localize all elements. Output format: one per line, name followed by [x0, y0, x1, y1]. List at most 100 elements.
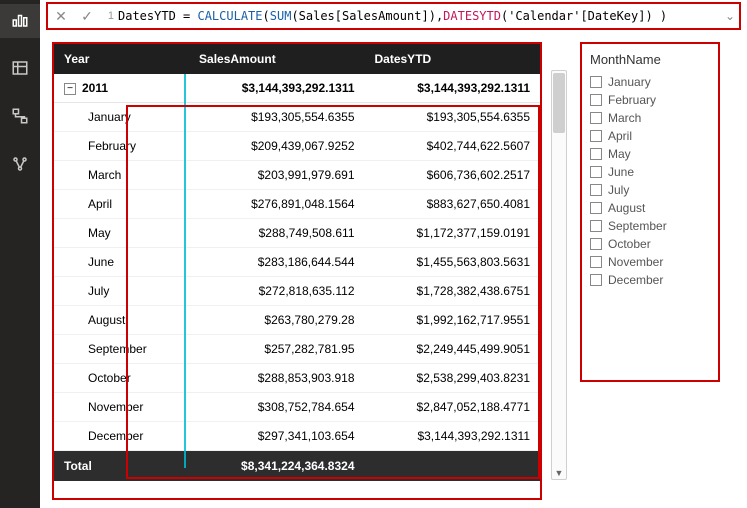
- slicer-item[interactable]: April: [590, 127, 710, 145]
- chevron-down-icon: ⌄: [725, 9, 735, 23]
- checkbox-icon[interactable]: [590, 166, 602, 178]
- slicer-item[interactable]: August: [590, 199, 710, 217]
- slicer-item[interactable]: May: [590, 145, 710, 163]
- month-cell: September: [54, 335, 189, 364]
- sales-cell: $288,853,903.918: [189, 364, 364, 393]
- ytd-cell: $2,249,445,499.9051: [365, 335, 541, 364]
- expand-formula-button[interactable]: ⌄: [721, 9, 739, 23]
- slicer-item[interactable]: July: [590, 181, 710, 199]
- col-salesamount[interactable]: SalesAmount: [189, 44, 364, 74]
- formula-text[interactable]: DatesYTD = CALCULATE(SUM(Sales[SalesAmou…: [118, 9, 721, 23]
- table-row[interactable]: February$209,439,067.9252$402,744,622.56…: [54, 132, 540, 161]
- month-cell: January: [54, 103, 189, 132]
- table-row[interactable]: March$203,991,979.691$606,736,602.2517: [54, 161, 540, 190]
- table-row[interactable]: October$288,853,903.918$2,538,299,403.82…: [54, 364, 540, 393]
- month-cell: November: [54, 393, 189, 422]
- checkbox-icon[interactable]: [590, 130, 602, 142]
- matrix-visual[interactable]: Year SalesAmount DatesYTD −2011 $3,144,3…: [52, 42, 542, 500]
- cancel-formula-button[interactable]: ✕: [48, 8, 74, 25]
- month-cell: March: [54, 161, 189, 190]
- checkbox-icon[interactable]: [590, 148, 602, 160]
- ytd-cell: $3,144,393,292.1311: [365, 422, 541, 451]
- slicer-item[interactable]: December: [590, 271, 710, 289]
- slicer-item-label: June: [608, 165, 634, 179]
- ytd-cell: $2,538,299,403.8231: [365, 364, 541, 393]
- data-view-button[interactable]: [0, 52, 40, 86]
- grand-total-row: Total $8,341,224,364.8324: [54, 451, 540, 482]
- slicer-item[interactable]: June: [590, 163, 710, 181]
- checkbox-icon[interactable]: [590, 94, 602, 106]
- table-row[interactable]: December$297,341,103.654$3,144,393,292.1…: [54, 422, 540, 451]
- slicer-item-label: March: [608, 111, 641, 125]
- table-row[interactable]: June$283,186,644.544$1,455,563,803.5631: [54, 248, 540, 277]
- data-table: Year SalesAmount DatesYTD −2011 $3,144,3…: [54, 44, 540, 481]
- slicer-item[interactable]: September: [590, 217, 710, 235]
- header-row: Year SalesAmount DatesYTD: [54, 44, 540, 74]
- canvas: Year SalesAmount DatesYTD −2011 $3,144,3…: [40, 30, 747, 508]
- checkbox-icon[interactable]: [590, 202, 602, 214]
- scroll-thumb[interactable]: [553, 73, 565, 133]
- slicer-item-label: May: [608, 147, 631, 161]
- sales-cell: $276,891,048.1564: [189, 190, 364, 219]
- checkbox-icon[interactable]: [590, 256, 602, 268]
- sales-cell: $263,780,279.28: [189, 306, 364, 335]
- slicer-item[interactable]: November: [590, 253, 710, 271]
- month-cell: June: [54, 248, 189, 277]
- slicer-item-label: February: [608, 93, 656, 107]
- year-label: 2011: [82, 81, 108, 95]
- month-slicer[interactable]: MonthName January February March April May Ju…: [580, 42, 720, 382]
- table-row[interactable]: September$257,282,781.95$2,249,445,499.9…: [54, 335, 540, 364]
- check-icon: ✓: [81, 8, 93, 25]
- checkbox-icon[interactable]: [590, 76, 602, 88]
- checkbox-icon[interactable]: [590, 238, 602, 250]
- ytd-cell: $1,455,563,803.5631: [365, 248, 541, 277]
- model-view-button[interactable]: [0, 100, 40, 134]
- formula-line-number: 1: [100, 10, 118, 22]
- month-cell: February: [54, 132, 189, 161]
- sales-cell: $257,282,781.95: [189, 335, 364, 364]
- slicer-item[interactable]: January: [590, 73, 710, 91]
- scroll-down-arrow[interactable]: ▼: [552, 466, 566, 480]
- table-row[interactable]: July$272,818,635.112$1,728,382,438.6751: [54, 277, 540, 306]
- sales-cell: $288,749,508.611: [189, 219, 364, 248]
- commit-formula-button[interactable]: ✓: [74, 8, 100, 25]
- slicer-item-label: November: [608, 255, 663, 269]
- slicer-item[interactable]: February: [590, 91, 710, 109]
- month-cell: July: [54, 277, 189, 306]
- slicer-title: MonthName: [590, 50, 710, 73]
- total-ytd-value: [365, 451, 541, 482]
- month-cell: December: [54, 422, 189, 451]
- slicer-item-label: December: [608, 273, 663, 287]
- table-row[interactable]: April$276,891,048.1564$883,627,650.4081: [54, 190, 540, 219]
- year-ytd-value: $3,144,393,292.1311: [365, 74, 541, 103]
- vertical-scrollbar[interactable]: ▲ ▼: [551, 70, 567, 480]
- checkbox-icon[interactable]: [590, 220, 602, 232]
- slicer-item[interactable]: March: [590, 109, 710, 127]
- checkbox-icon[interactable]: [590, 184, 602, 196]
- checkbox-icon[interactable]: [590, 112, 602, 124]
- sales-cell: $297,341,103.654: [189, 422, 364, 451]
- checkbox-icon[interactable]: [590, 274, 602, 286]
- sales-cell: $283,186,644.544: [189, 248, 364, 277]
- slicer-item[interactable]: October: [590, 235, 710, 253]
- calc-view-button[interactable]: [0, 148, 40, 182]
- close-icon: ✕: [55, 8, 67, 25]
- slicer-item-label: October: [608, 237, 651, 251]
- year-subtotal-row[interactable]: −2011 $3,144,393,292.1311 $3,144,393,292…: [54, 74, 540, 103]
- ytd-cell: $1,728,382,438.6751: [365, 277, 541, 306]
- total-sales-value: $8,341,224,364.8324: [189, 451, 364, 482]
- sales-cell: $209,439,067.9252: [189, 132, 364, 161]
- ytd-cell: $2,847,052,188.4771: [365, 393, 541, 422]
- table-row[interactable]: November$308,752,784.654$2,847,052,188.4…: [54, 393, 540, 422]
- month-cell: April: [54, 190, 189, 219]
- collapse-toggle[interactable]: −: [64, 83, 76, 95]
- report-view-button[interactable]: [0, 4, 40, 38]
- sales-cell: $272,818,635.112: [189, 277, 364, 306]
- table-row[interactable]: May$288,749,508.611$1,172,377,159.0191: [54, 219, 540, 248]
- col-year[interactable]: Year: [54, 44, 189, 74]
- table-row[interactable]: January$193,305,554.6355$193,305,554.635…: [54, 103, 540, 132]
- formula-bar[interactable]: ✕ ✓ 1 DatesYTD = CALCULATE(SUM(Sales[Sal…: [46, 2, 741, 30]
- col-datesytd[interactable]: DatesYTD: [365, 44, 541, 74]
- table-row[interactable]: August$263,780,279.28$1,992,162,717.9551: [54, 306, 540, 335]
- ytd-cell: $883,627,650.4081: [365, 190, 541, 219]
